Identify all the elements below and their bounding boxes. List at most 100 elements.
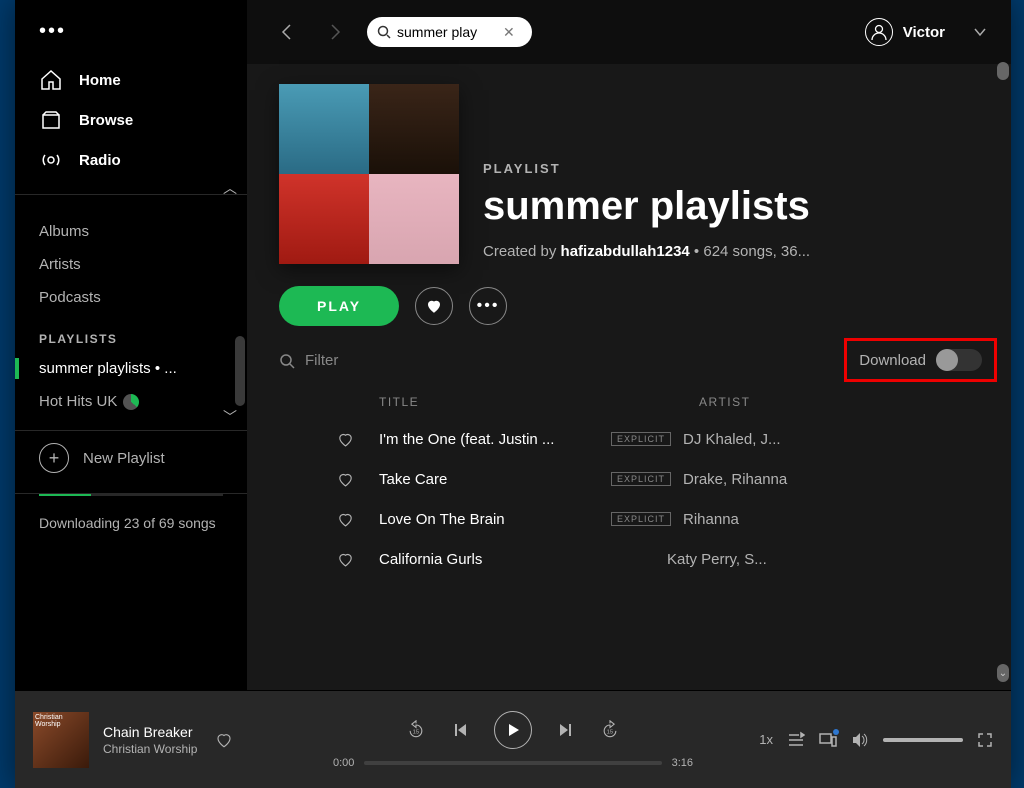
sidebar-item-label: Radio bbox=[79, 152, 121, 169]
now-playing[interactable]: Christian Worship Chain Breaker Christia… bbox=[33, 712, 303, 768]
download-toggle[interactable] bbox=[936, 349, 982, 371]
favorite-button[interactable] bbox=[415, 287, 453, 325]
track-title: Take Care bbox=[379, 471, 599, 488]
chevron-down-icon bbox=[973, 25, 987, 39]
main-scrollbar-up[interactable] bbox=[997, 62, 1009, 80]
heart-icon[interactable] bbox=[337, 431, 379, 448]
sidebar-item-label: Browse bbox=[79, 112, 133, 129]
track-title: California Gurls bbox=[379, 551, 599, 568]
rewind-15-button[interactable]: 15 bbox=[406, 720, 426, 740]
heart-icon[interactable] bbox=[337, 551, 379, 568]
search-icon bbox=[279, 353, 295, 369]
sidebar-item-label: Home bbox=[79, 72, 121, 89]
playlist-actions: PLAY ••• bbox=[279, 286, 979, 326]
queue-button[interactable] bbox=[787, 731, 805, 749]
sidebar-item-radio[interactable]: Radio bbox=[15, 140, 247, 180]
topbar: ✕ Victor bbox=[247, 0, 1011, 64]
volume-button[interactable] bbox=[851, 731, 869, 749]
track-artist[interactable]: DJ Khaled, J... bbox=[683, 431, 903, 448]
sidebar-menu-icon[interactable]: ••• bbox=[15, 20, 247, 60]
user-avatar-icon bbox=[865, 18, 893, 46]
next-button[interactable] bbox=[558, 722, 574, 738]
track-list-header: TITLE ARTIST bbox=[279, 387, 979, 419]
playlist-byline: Created by hafizabdullah1234 • 624 songs… bbox=[483, 243, 810, 260]
play-pause-button[interactable] bbox=[494, 711, 532, 749]
sidebar-scrollbar[interactable] bbox=[235, 336, 245, 406]
track-row[interactable]: Take Care EXPLICIT Drake, Rihanna bbox=[279, 459, 979, 499]
main-scrollbar-down[interactable]: ⌄ bbox=[997, 664, 1009, 682]
nav-back-button[interactable] bbox=[271, 16, 303, 48]
column-title[interactable]: TITLE bbox=[379, 395, 699, 409]
track-artist[interactable]: Rihanna bbox=[683, 511, 903, 528]
home-icon bbox=[39, 68, 63, 92]
new-playlist-button[interactable]: + New Playlist bbox=[15, 430, 247, 485]
heart-icon[interactable] bbox=[337, 471, 379, 488]
app-window: ••• Home Browse Radio ︿ Albums Artists P… bbox=[15, 0, 1011, 788]
sidebar-playlist-item[interactable]: Hot Hits UK ﹀ bbox=[15, 385, 247, 418]
duration-time: 3:16 bbox=[672, 757, 693, 769]
sidebar-item-artists[interactable]: Artists bbox=[15, 248, 247, 281]
main-content: ✕ Victor PLAYLIST summer playlists bbox=[247, 0, 1011, 690]
previous-button[interactable] bbox=[452, 722, 468, 738]
favorite-track-button[interactable] bbox=[215, 731, 233, 749]
elapsed-time: 0:00 bbox=[333, 757, 354, 769]
now-playing-artist[interactable]: Christian Worship bbox=[103, 742, 197, 756]
radio-icon bbox=[39, 148, 63, 172]
track-row[interactable]: Love On The Brain EXPLICIT Rihanna bbox=[279, 499, 979, 539]
progress-bar[interactable] bbox=[364, 761, 661, 765]
player-bar: Christian Worship Chain Breaker Christia… bbox=[15, 690, 1011, 788]
browse-icon bbox=[39, 108, 63, 132]
more-options-button[interactable]: ••• bbox=[469, 287, 507, 325]
user-menu[interactable]: Victor bbox=[865, 18, 987, 46]
explicit-badge: EXPLICIT bbox=[611, 472, 671, 486]
now-playing-art: Christian Worship bbox=[33, 712, 89, 768]
playback-speed[interactable]: 1x bbox=[759, 732, 773, 747]
search-input[interactable] bbox=[397, 24, 497, 40]
column-artist[interactable]: ARTIST bbox=[699, 395, 750, 409]
download-progress-icon bbox=[123, 394, 139, 410]
chevron-down-icon[interactable]: ﹀ bbox=[223, 407, 237, 427]
search-box[interactable]: ✕ bbox=[367, 17, 532, 47]
playlists-section-label: PLAYLISTS bbox=[15, 314, 247, 352]
filter-input[interactable]: Filter bbox=[279, 352, 338, 369]
track-row[interactable]: I'm the One (feat. Justin ... EXPLICIT DJ … bbox=[279, 419, 979, 459]
track-artist[interactable]: Drake, Rihanna bbox=[683, 471, 903, 488]
download-toggle-highlight: Download bbox=[844, 338, 997, 382]
heart-icon[interactable] bbox=[337, 511, 379, 528]
download-progress: Downloading 23 of 69 songs bbox=[15, 493, 247, 534]
playlist-cover[interactable] bbox=[279, 84, 459, 264]
now-playing-title[interactable]: Chain Breaker bbox=[103, 724, 197, 740]
sidebar: ••• Home Browse Radio ︿ Albums Artists P… bbox=[15, 0, 247, 690]
track-row[interactable]: California Gurls Katy Perry, S... bbox=[279, 539, 979, 579]
playlist-title: summer playlists bbox=[483, 184, 810, 229]
download-label: Download bbox=[859, 352, 926, 369]
nav-forward-button[interactable] bbox=[319, 16, 351, 48]
forward-15-button[interactable]: 15 bbox=[600, 720, 620, 740]
clear-search-icon[interactable]: ✕ bbox=[503, 24, 515, 41]
track-artist[interactable]: Katy Perry, S... bbox=[667, 551, 887, 568]
sidebar-item-albums[interactable]: Albums bbox=[15, 215, 247, 248]
plus-icon: + bbox=[39, 443, 69, 473]
playlist-header: PLAYLIST summer playlists Created by haf… bbox=[279, 84, 979, 264]
user-name: Victor bbox=[903, 24, 945, 41]
creator-link[interactable]: hafizabdullah1234 bbox=[561, 243, 690, 260]
track-title: I'm the One (feat. Justin ... bbox=[379, 431, 599, 448]
sidebar-playlist-item[interactable]: summer playlists • ... bbox=[15, 352, 247, 385]
svg-text:15: 15 bbox=[607, 729, 613, 735]
explicit-badge: EXPLICIT bbox=[611, 512, 671, 526]
download-progress-bar bbox=[39, 494, 223, 496]
download-progress-text: Downloading 23 of 69 songs bbox=[39, 506, 223, 534]
fullscreen-button[interactable] bbox=[977, 732, 993, 748]
content-type-label: PLAYLIST bbox=[483, 161, 810, 176]
svg-text:15: 15 bbox=[413, 729, 419, 735]
devices-button[interactable] bbox=[819, 731, 837, 749]
play-button[interactable]: PLAY bbox=[279, 286, 399, 326]
sidebar-item-browse[interactable]: Browse bbox=[15, 100, 247, 140]
explicit-badge: EXPLICIT bbox=[611, 432, 671, 446]
sidebar-item-home[interactable]: Home bbox=[15, 60, 247, 100]
track-title: Love On The Brain bbox=[379, 511, 599, 528]
search-icon bbox=[377, 25, 391, 39]
filter-placeholder: Filter bbox=[305, 352, 338, 369]
volume-slider[interactable] bbox=[883, 738, 963, 742]
sidebar-item-podcasts[interactable]: Podcasts bbox=[15, 281, 247, 314]
